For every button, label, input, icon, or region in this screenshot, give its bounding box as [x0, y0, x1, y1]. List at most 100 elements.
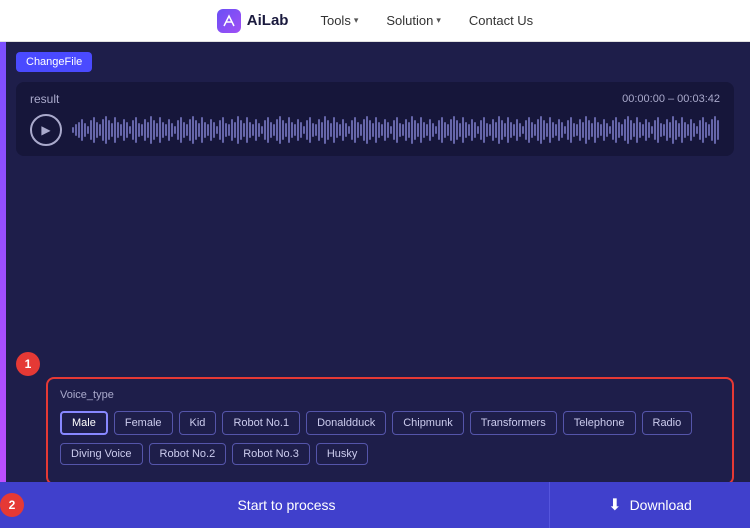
waveform-bar [549, 117, 551, 142]
voice-type-button[interactable]: Female [114, 411, 173, 435]
waveform-bar [708, 124, 710, 135]
waveform-bar [477, 126, 479, 134]
waveform-bar [312, 123, 314, 137]
voice-type-button[interactable]: Robot No.2 [149, 443, 227, 465]
waveform-bar [153, 120, 155, 140]
voice-type-button[interactable]: Robot No.3 [232, 443, 310, 465]
waveform-bar [714, 116, 716, 144]
result-panel: result 00:00:00 – 00:03:42 ▶ [16, 82, 734, 156]
waveform-bar [498, 116, 500, 144]
waveform-bar [192, 116, 194, 144]
result-label: result [30, 92, 59, 106]
waveform-bar [168, 119, 170, 141]
waveform-bar [465, 122, 467, 139]
waveform-bar [678, 123, 680, 137]
nav-contact[interactable]: Contact Us [469, 13, 533, 28]
waveform-bar [138, 123, 140, 137]
waveform-bar [201, 117, 203, 142]
waveform-bar [486, 123, 488, 137]
waveform-bar [354, 117, 356, 142]
voice-type-button[interactable]: Diving Voice [60, 443, 143, 465]
voice-type-button[interactable]: Robot No.1 [222, 411, 300, 435]
waveform-bar [111, 123, 113, 137]
waveform-bar [141, 124, 143, 135]
waveform-bar [321, 122, 323, 139]
voice-type-button[interactable]: Male [60, 411, 108, 435]
play-button[interactable]: ▶ [30, 114, 62, 146]
waveform-bar [294, 124, 296, 135]
change-file-button[interactable]: ChangeFile [16, 52, 92, 72]
waveform-bar [621, 124, 623, 135]
waveform-bar [687, 124, 689, 135]
waveform-bar [624, 119, 626, 141]
waveform-bar [546, 123, 548, 137]
start-process-button[interactable]: Start to process [24, 482, 550, 528]
waveform-bar [339, 124, 341, 135]
waveform-bar [198, 123, 200, 137]
waveform-bar [435, 126, 437, 134]
download-icon: ⬇ [608, 495, 621, 515]
waveform-bar [540, 116, 542, 144]
bottom-bar: 2 Start to process ⬇ Download [0, 482, 750, 528]
waveform-bar [561, 122, 563, 139]
logo: AiLab [217, 9, 289, 33]
waveform-bar [231, 119, 233, 141]
waveform-bar [180, 117, 182, 142]
waveform-bar [279, 116, 281, 144]
waveform-bar [717, 120, 719, 140]
waveform-bar [567, 120, 569, 140]
waveform-bar [165, 124, 167, 135]
side-accent [0, 42, 6, 528]
waveform-bar [474, 122, 476, 139]
waveform-bar [195, 120, 197, 140]
waveform-bar [381, 124, 383, 135]
waveform-bar [402, 124, 404, 135]
waveform-bar [306, 120, 308, 140]
waveform-bar [315, 124, 317, 135]
waveform-bar [558, 119, 560, 141]
waveform-bar [183, 122, 185, 139]
waveform-bar [144, 119, 146, 141]
voice-type-button[interactable]: Husky [316, 443, 369, 465]
waveform-bar [204, 122, 206, 139]
voice-type-button[interactable]: Donaldduck [306, 411, 386, 435]
voice-type-button[interactable]: Telephone [563, 411, 636, 435]
waveform-bar [657, 117, 659, 142]
waveform-bar [408, 122, 410, 139]
waveform-bar [663, 124, 665, 135]
waveform-bar [438, 120, 440, 140]
waveform-bar [135, 117, 137, 142]
waveform-bar [357, 122, 359, 139]
nav-tools[interactable]: Tools ▾ [320, 13, 358, 28]
waveform-bar [369, 120, 371, 140]
waveform-bar [447, 124, 449, 135]
voice-type-button[interactable]: Radio [642, 411, 693, 435]
waveform-bar [681, 117, 683, 142]
waveform-bar [174, 126, 176, 134]
nav-solution[interactable]: Solution ▾ [386, 13, 441, 28]
waveform-bar [693, 123, 695, 137]
main-nav: Tools ▾ Solution ▾ Contact Us [320, 13, 533, 28]
waveform-bar [108, 120, 110, 140]
waveform-bar [579, 119, 581, 141]
app-header: AiLab Tools ▾ Solution ▾ Contact Us [0, 0, 750, 42]
waveform-bar [219, 120, 221, 140]
waveform-bar [564, 126, 566, 134]
waveform-bar [426, 124, 428, 135]
waveform-bar [636, 117, 638, 142]
waveform-bar [300, 122, 302, 139]
waveform-bar [327, 120, 329, 140]
waveform-bar [588, 120, 590, 140]
waveform-bar [669, 122, 671, 139]
waveform-bar [210, 119, 212, 141]
waveform-bar [450, 119, 452, 141]
waveform-bar [333, 117, 335, 142]
voice-type-button[interactable]: Transformers [470, 411, 557, 435]
waveform-bar [648, 122, 650, 139]
waveform-bar [93, 117, 95, 142]
waveform-bar [585, 116, 587, 144]
download-button[interactable]: ⬇ Download [550, 482, 750, 528]
voice-type-button[interactable]: Chipmunk [392, 411, 464, 435]
voice-type-button[interactable]: Kid [179, 411, 217, 435]
waveform-bar [480, 120, 482, 140]
